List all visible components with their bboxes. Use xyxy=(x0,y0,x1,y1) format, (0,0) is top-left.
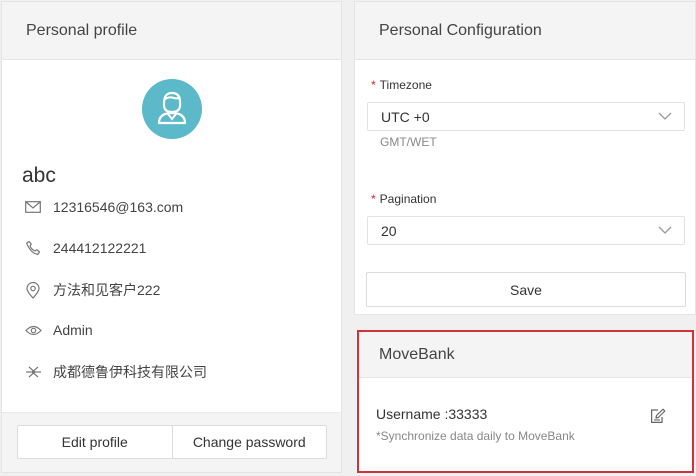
chevron-down-icon xyxy=(658,226,672,234)
timezone-hint: GMT/WET xyxy=(380,135,437,149)
email-row: 12316546@163.com xyxy=(24,198,183,216)
movebank-username: Username :33333 xyxy=(376,406,488,422)
personal-profile-title: Personal profile xyxy=(2,2,341,60)
company-icon xyxy=(24,363,42,381)
company-text: 成都德鲁伊科技有限公司 xyxy=(53,364,207,380)
profile-actions: Edit profile Change password xyxy=(17,425,327,459)
edit-icon[interactable] xyxy=(650,408,666,424)
movebank-title: MoveBank xyxy=(359,332,692,378)
pagination-select[interactable]: 20 xyxy=(367,216,685,245)
change-password-button[interactable]: Change password xyxy=(171,426,327,458)
phone-row: 244412122221 xyxy=(24,239,146,257)
required-mark: * xyxy=(371,78,376,92)
timezone-label-text: Timezone xyxy=(379,78,432,92)
timezone-value: UTC +0 xyxy=(381,108,430,125)
pagination-label-text: Pagination xyxy=(379,192,437,206)
profile-username: abc xyxy=(22,164,56,187)
edit-profile-button[interactable]: Edit profile xyxy=(18,426,172,458)
phone-text: 244412122221 xyxy=(53,240,147,256)
chevron-down-icon xyxy=(658,112,672,120)
personal-configuration-title: Personal Configuration xyxy=(355,2,695,60)
movebank-sync-note: *Synchronize data daily to MoveBank xyxy=(376,429,575,443)
avatar-icon xyxy=(142,79,202,139)
role-row: Admin xyxy=(24,321,93,339)
address-row: 方法和见客户222 xyxy=(24,280,160,300)
movebank-card: MoveBank Username :33333 *Synchronize da… xyxy=(357,330,694,473)
save-button[interactable]: Save xyxy=(366,272,686,307)
timezone-select[interactable]: UTC +0 xyxy=(367,102,685,131)
personal-profile-card: Personal profile abc 12316546@163.com 24… xyxy=(1,1,342,473)
pagination-label: * Pagination xyxy=(371,192,436,206)
role-text: Admin xyxy=(53,322,93,338)
address-text: 方法和见客户222 xyxy=(53,282,161,298)
phone-icon xyxy=(24,239,42,257)
timezone-label: * Timezone xyxy=(371,78,432,92)
profile-footer: Edit profile Change password xyxy=(2,412,341,472)
mail-icon xyxy=(24,198,42,216)
pagination-value: 20 xyxy=(381,222,397,239)
required-mark: * xyxy=(371,192,376,206)
eye-icon xyxy=(24,321,42,339)
personal-configuration-card: Personal Configuration * Timezone UTC +0 … xyxy=(354,1,696,315)
location-icon xyxy=(24,281,42,299)
company-row: 成都德鲁伊科技有限公司 xyxy=(24,362,207,382)
email-text: 12316546@163.com xyxy=(53,199,184,215)
